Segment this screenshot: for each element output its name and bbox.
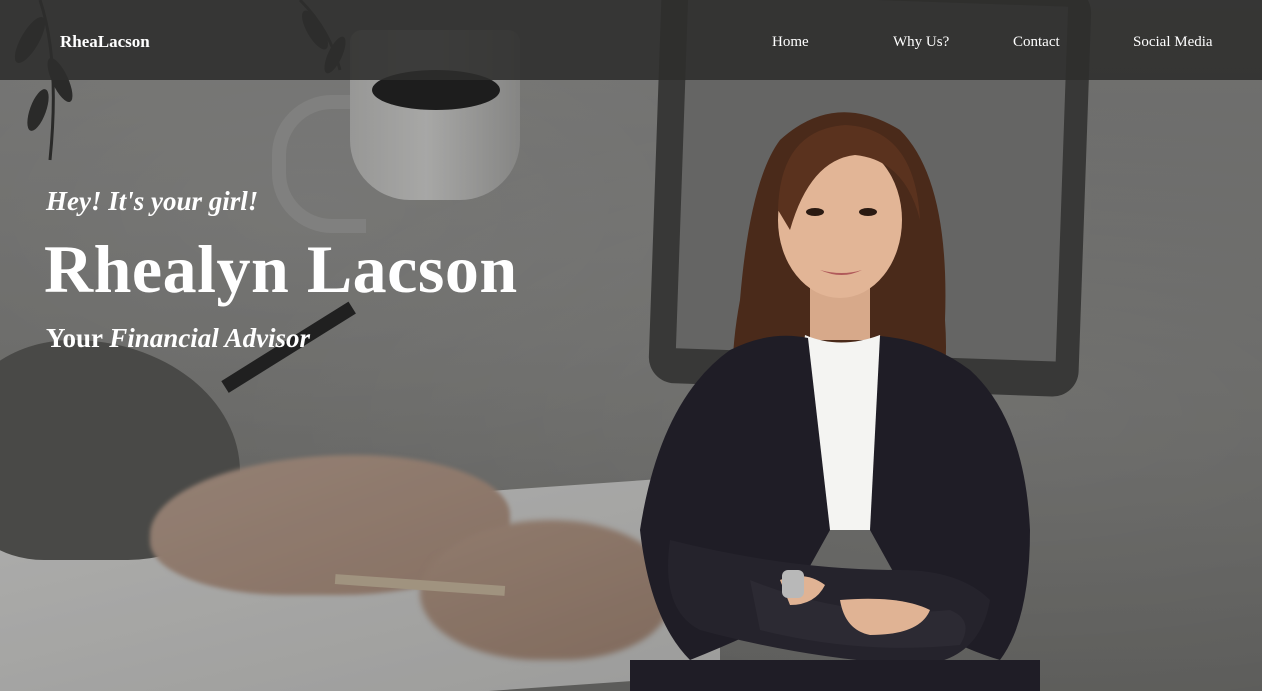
hero-greeting: Hey! It's your girl!	[46, 186, 259, 216]
nav-link-why-us[interactable]: Why Us?	[893, 34, 949, 51]
hero-role: Your Financial Advisor	[46, 323, 310, 354]
hero-role-prefix: Your	[46, 323, 103, 353]
nav-link-social-media[interactable]: Social Media	[1133, 34, 1213, 51]
hero-name: Rhealyn Lacson	[44, 231, 518, 307]
navbar: RheaLacson Home Why Us? Contact Social M…	[0, 0, 1262, 80]
brand-logo-link[interactable]: RheaLacson	[60, 32, 150, 52]
nav-link-contact[interactable]: Contact	[1013, 34, 1060, 51]
nav-link-home[interactable]: Home	[772, 34, 809, 51]
hero-role-title: Financial Advisor	[109, 323, 311, 353]
hero-page: RheaLacson Home Why Us? Contact Social M…	[0, 0, 1262, 691]
advisor-portrait	[630, 112, 1040, 691]
